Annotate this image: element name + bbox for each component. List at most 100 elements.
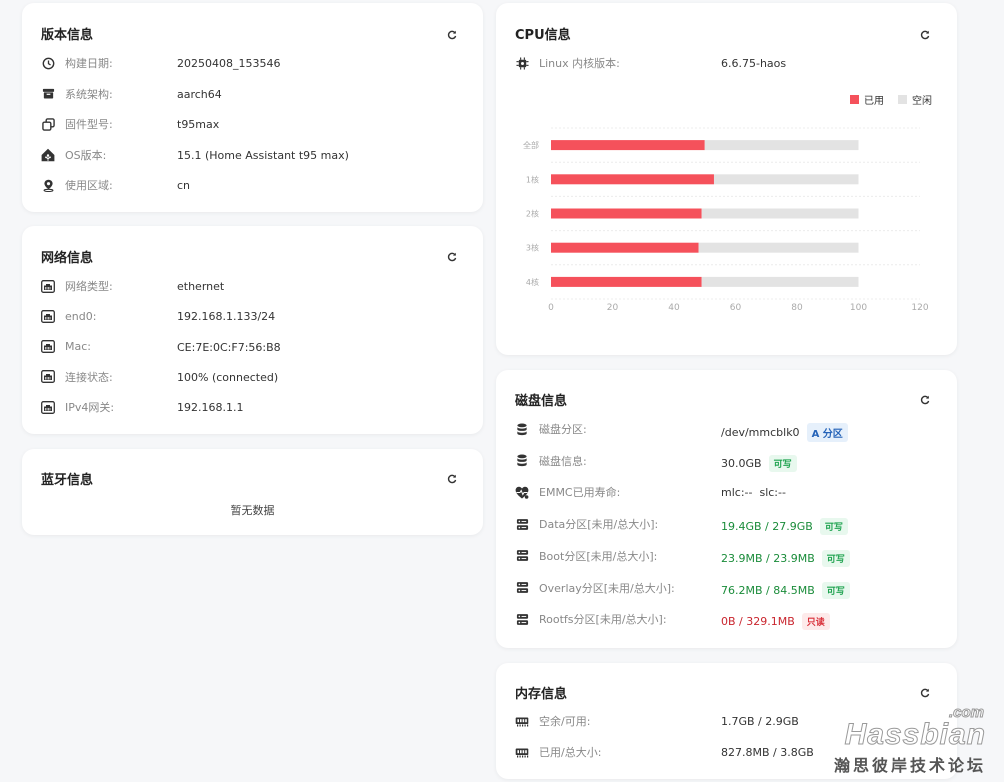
status-badge: 可写 [821,549,850,567]
network-row: end0: [41,306,96,326]
legend-swatch-used [850,95,859,104]
refresh-icon[interactable] [444,27,460,43]
network-row-label: Mac: [65,340,91,354]
kernel-value: 6.6.75-haos [721,57,787,70]
chart-bar-used [551,242,699,253]
copy-icon [41,117,55,131]
empty-state-text: 暂无数据 [230,504,275,517]
legend-label-used[interactable]: 已用 [864,92,884,107]
refresh-icon[interactable] [917,685,933,701]
memory-row-label: 已用/总大小: [539,746,602,759]
disk-row-value-group: 19.4GB / 27.9GB 可写 [721,518,848,536]
disk-row-value: 30.0GB [721,456,762,470]
chart-category-label: 4核 [526,277,539,287]
disk-row-label: 磁盘分区: [539,423,587,436]
memory-row-label: 空余/可用: [539,715,591,728]
network-row-value-group: 192.168.1.1 [177,401,243,414]
disk-row-label: EMMC已用寿命: [539,486,621,500]
chart-tick-label: 80 [791,303,803,313]
disk-row: 磁盘分区: [515,419,587,439]
chart-category-label: 全部 [523,140,539,150]
ethernet-icon [41,400,55,414]
status-badge: 可写 [819,518,848,536]
memory-icon [515,714,529,728]
disk-row-value: 19.4GB / 27.9GB [721,520,813,534]
version-row-label: 构建日期: [65,57,113,70]
version-row-value: 15.1 (Home Assistant t95 max) [177,148,349,162]
chart-tick-label: 60 [730,303,742,313]
version-row-label: 系统架构: [65,87,113,101]
version-row-label: 使用区域: [65,179,113,192]
version-row: OS版本: [41,145,106,165]
network-row: 连接状态: [41,367,113,387]
chart-tick-label: 120 [911,303,928,313]
chart-category-label: 1核 [526,174,539,184]
version-row: 固件型号: [41,114,113,134]
network-row-label: IPv4网关: [65,401,115,415]
refresh-icon[interactable] [444,249,460,265]
network-row-value: 100% (connected) [177,370,279,384]
network-row-value: 192.168.1.133/24 [177,310,276,324]
network-info-title: 网络信息 [41,251,94,266]
disk-row-value: 0B / 329.1MB [721,615,795,629]
refresh-icon[interactable] [444,471,460,487]
disk-row-value-group: 30.0GB 可写 [721,454,797,472]
cpu-info-card: CPU信息 Linux 内核版本: 6.6.75-haos 已用 空闲 全部 1核… [496,3,957,355]
bluetooth-info-title: 蓝牙信息 [41,473,94,488]
ethernet-icon [41,309,55,323]
server-icon [515,549,529,563]
network-row-value-group: 100% (connected) [177,371,278,384]
network-info-card: 网络信息 网络类型: ethernet end0: 192.168.1.133/24 M… [22,226,483,434]
disk-row: Rootfs分区[未用/总大小]: [515,609,667,629]
refresh-icon[interactable] [917,27,933,43]
chart-bar-used [551,208,702,219]
ethernet-icon [41,340,55,354]
disk-row: Overlay分区[未用/总大小]: [515,578,675,598]
chart-bar-idle [698,242,859,253]
refresh-icon[interactable] [917,392,933,408]
disk-row-label: Boot分区[未用/总大小]: [539,549,658,563]
network-row-label: 连接状态: [65,370,113,384]
version-row-value: cn [177,179,191,192]
database-icon [515,454,529,468]
status-badge: 可写 [768,454,797,472]
cpu-chip-icon [515,56,529,70]
memory-row-value: 827.8MB / 3.8GB [721,746,814,759]
chart-bar-used [551,174,714,185]
memory-row: 已用/总大小: [515,742,601,762]
disk-row-value-group: 0B / 329.1MB 只读 [721,613,830,631]
disk-row-label: Overlay分区[未用/总大小]: [539,581,675,595]
memory-row-value: 1.7GB / 2.9GB [721,715,799,728]
watermark-domain: .com [948,704,984,722]
network-row-value-group: CE:7E:0C:F7:56:B8 [177,341,281,354]
disk-row: Data分区[未用/总大小]: [515,514,658,534]
network-row: Mac: [41,337,91,357]
version-row-label: 固件型号: [65,118,113,131]
memory-icon [515,745,529,759]
version-row-value-group: t95max [177,118,219,131]
disk-row-value-group: mlc:-- slc:-- [721,486,786,499]
disk-row-value: mlc:-- slc:-- [721,486,786,500]
network-row-label: 网络类型: [65,280,113,293]
chart-tick-label: 100 [850,303,867,313]
version-row-value: aarch64 [177,87,222,101]
memory-row-value-group: 827.8MB / 3.8GB [721,746,814,759]
chart-bar-used [551,276,702,287]
network-row-value: 192.168.1.1 [177,401,244,415]
chart-tick-label: 40 [668,303,680,313]
version-row-value-group: aarch64 [177,88,222,101]
server-icon [515,612,529,626]
disk-row-label: 磁盘信息: [539,454,587,468]
legend-label-idle[interactable]: 空闲 [912,92,932,107]
network-row-value: ethernet [177,280,225,293]
kernel-row: Linux 内核版本: [515,53,620,73]
version-row-label: OS版本: [65,148,107,162]
disk-row: EMMC已用寿命: [515,482,620,502]
status-badge: 可写 [821,581,850,599]
chart-bar-idle [704,140,859,151]
disk-row-value-group: /dev/mmcblk0 A 分区 [721,423,848,442]
watermark-brand: Hassbian [844,718,986,752]
version-row-value-group: 20250408_153546 [177,57,280,70]
clock-icon [41,56,55,70]
ethernet-icon [41,279,55,293]
